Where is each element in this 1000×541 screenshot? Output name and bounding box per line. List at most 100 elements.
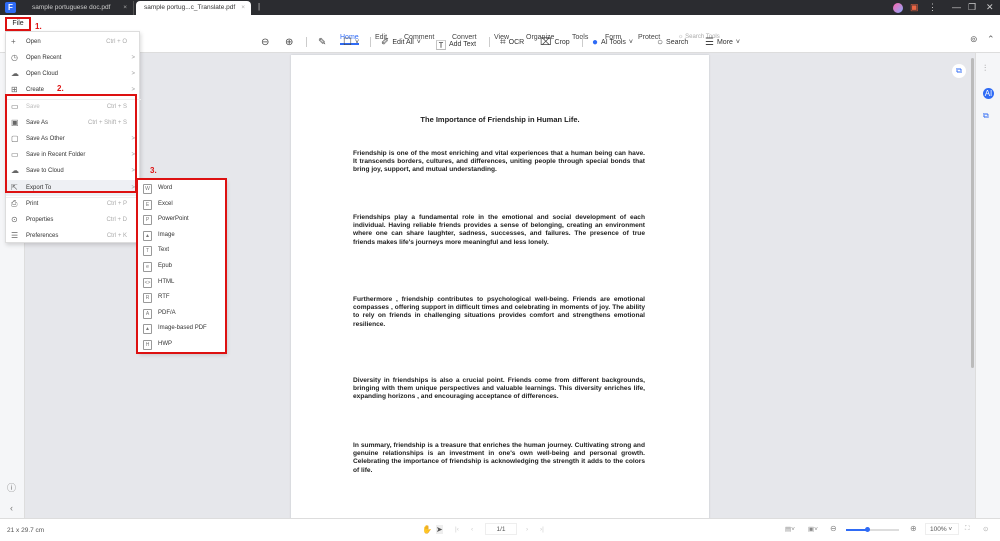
- ai-assistant-icon[interactable]: AI: [983, 88, 994, 99]
- file-menu-item-open-recent[interactable]: ◷ Open Recent >: [6, 50, 141, 66]
- convert-to-word-icon[interactable]: ⧉: [952, 64, 966, 78]
- properties-panel-icon[interactable]: ⫶: [984, 63, 986, 74]
- crop-icon: ⌧: [540, 37, 552, 48]
- file-menu-item-open[interactable]: + Open Ctrl + O: [6, 34, 141, 50]
- page-number-input[interactable]: 1/1: [485, 523, 517, 535]
- file-menu-item-print[interactable]: ⎙ Print Ctrl + P: [6, 196, 141, 212]
- more-options-icon[interactable]: ⋮: [928, 0, 937, 15]
- vertical-scrollbar[interactable]: [971, 58, 974, 368]
- hand-tool-icon[interactable]: ✋: [422, 525, 432, 534]
- close-tab-icon[interactable]: ×: [123, 1, 127, 15]
- zoom-out-button[interactable]: ⊖: [261, 37, 269, 48]
- help-icon[interactable]: ⓘ: [7, 481, 16, 494]
- prev-page-icon[interactable]: ‹: [471, 526, 473, 533]
- upload-cloud-icon[interactable]: ⊚: [970, 34, 978, 45]
- more-button[interactable]: ☰ More ˅: [705, 37, 740, 48]
- file-menu-item-save[interactable]: ▭ Save Ctrl + S: [6, 99, 141, 115]
- paragraph: Diversity in friendships is also a cruci…: [353, 377, 645, 401]
- file-menu: + Open Ctrl + O ◷ Open Recent > ☁ Open Cloud > ⊞ C…: [5, 31, 141, 244]
- zoom-slider-handle[interactable]: [865, 527, 871, 532]
- translate-icon[interactable]: ⧉: [983, 111, 989, 121]
- chevron-right-icon: >: [131, 152, 135, 158]
- edit-all-button[interactable]: ✐ Edit All ˅: [381, 37, 421, 48]
- add-text-button[interactable]: 🅃 Add Text: [436, 37, 476, 52]
- paragraph: In summary, friendship is a treasure tha…: [353, 442, 645, 474]
- menu-item-label: Preferences: [26, 233, 59, 239]
- file-type-icon: ▲: [143, 230, 152, 241]
- crop-button[interactable]: ⌧ Crop: [540, 37, 570, 48]
- zoom-slider[interactable]: [846, 527, 899, 532]
- file-menu-button[interactable]: File: [5, 17, 31, 31]
- file-type-icon: R: [143, 293, 152, 304]
- chevron-down-icon: ˅: [628, 39, 633, 46]
- search-button[interactable]: ○ Search: [657, 37, 688, 48]
- fit-icon[interactable]: ⊙: [983, 525, 988, 533]
- export-item-excel[interactable]: E Excel: [138, 197, 226, 213]
- collapse-sidebar-icon[interactable]: ‹: [10, 503, 13, 513]
- divider: [489, 37, 490, 47]
- shortcut-label: Ctrl + O: [106, 39, 127, 45]
- file-menu-item-save-to-cloud[interactable]: ☁ Save to Cloud >: [6, 163, 141, 179]
- ai-icon: ●: [592, 37, 599, 48]
- menu-item-label: Save As: [26, 120, 49, 126]
- minimize-button[interactable]: —: [952, 0, 961, 15]
- export-item-image-based-pdf[interactable]: ▲ Image-based PDF: [138, 321, 226, 337]
- file-menu-item-preferences[interactable]: ☰ Preferences Ctrl + K: [6, 228, 141, 244]
- ai-tools-button[interactable]: ● AI Tools ˅: [592, 37, 633, 48]
- status-zoom-in-icon[interactable]: ⊕: [910, 524, 917, 533]
- notification-icon[interactable]: ▣: [910, 0, 919, 15]
- shortcut-label: Ctrl + K: [106, 233, 127, 239]
- export-item-label: Text: [158, 247, 170, 254]
- first-page-icon[interactable]: |‹: [455, 526, 459, 533]
- next-page-icon[interactable]: ›: [526, 526, 528, 533]
- menu-item-icon: ☁: [11, 166, 19, 175]
- tab-tools[interactable]: Tools: [572, 34, 588, 41]
- tab-document-1[interactable]: sample portuguese doc.pdf ×: [24, 1, 134, 15]
- export-item-epub[interactable]: e Epub: [138, 259, 226, 275]
- file-menu-item-properties[interactable]: ⊙ Properties Ctrl + D: [6, 212, 141, 228]
- tab-label: sample portug...c_Translate.pdf: [144, 4, 236, 11]
- export-item-rtf[interactable]: R RTF: [138, 290, 226, 306]
- export-item-image[interactable]: ▲ Image: [138, 228, 226, 244]
- tab-document-2[interactable]: sample portug...c_Translate.pdf ×: [136, 1, 251, 15]
- menu-item-label: Save: [26, 104, 40, 110]
- export-item-label: PDF/A: [158, 309, 176, 316]
- status-zoom-out-icon[interactable]: ⊖: [830, 524, 837, 533]
- export-item-word[interactable]: W Word: [138, 181, 226, 197]
- file-menu-item-export-to[interactable]: ⇱ Export To >: [6, 180, 141, 196]
- close-window-button[interactable]: ✕: [986, 0, 994, 15]
- file-menu-item-create[interactable]: ⊞ Create >: [6, 82, 141, 98]
- file-menu-item-save-as-other[interactable]: ▢ Save As Other >: [6, 131, 141, 147]
- export-item-html[interactable]: <> HTML: [138, 275, 226, 291]
- shape-button[interactable]: ☐ ˅: [343, 37, 359, 48]
- new-tab-button[interactable]: |: [258, 2, 260, 11]
- page-layout-icon[interactable]: ▤˅: [785, 525, 795, 533]
- menu-item-icon: ◷: [11, 53, 18, 62]
- export-item-text[interactable]: T Text: [138, 243, 226, 259]
- file-menu-item-save-as[interactable]: ▣ Save As Ctrl + Shift + S: [6, 115, 141, 131]
- chevron-right-icon: >: [131, 55, 135, 61]
- paragraph: Friendship is one of the most enriching …: [353, 150, 645, 174]
- avatar[interactable]: [893, 3, 903, 13]
- export-item-pdf-a[interactable]: A PDF/A: [138, 306, 226, 322]
- export-item-hwp[interactable]: H HWP: [138, 337, 226, 353]
- zoom-in-button[interactable]: ⊕: [285, 37, 293, 48]
- export-item-powerpoint[interactable]: P PowerPoint: [138, 212, 226, 228]
- highlight-button[interactable]: ✎: [318, 37, 326, 48]
- zoom-level-select[interactable]: 100% ˅: [925, 523, 959, 535]
- file-menu-item-open-cloud[interactable]: ☁ Open Cloud >: [6, 66, 141, 82]
- restore-button[interactable]: ❐: [968, 0, 976, 15]
- menu-item-label: Save in Recent Folder: [26, 152, 86, 158]
- last-page-icon[interactable]: ›|: [540, 526, 544, 533]
- export-item-label: Excel: [158, 200, 173, 207]
- fullscreen-icon[interactable]: ⛶: [965, 525, 970, 533]
- close-tab-icon[interactable]: ×: [241, 1, 245, 15]
- page-display-icon[interactable]: ▣˅: [808, 525, 818, 533]
- select-tool-icon[interactable]: ➤: [436, 525, 443, 534]
- ocr-icon: ⌗: [500, 37, 506, 48]
- collapse-ribbon-icon[interactable]: ⌃: [987, 34, 995, 45]
- paragraph: Friendships play a fundamental role in t…: [353, 214, 645, 246]
- divider: [370, 37, 371, 47]
- ocr-button[interactable]: ⌗ OCR: [500, 37, 524, 48]
- file-menu-item-save-in-recent-folder[interactable]: ▭ Save in Recent Folder >: [6, 147, 141, 163]
